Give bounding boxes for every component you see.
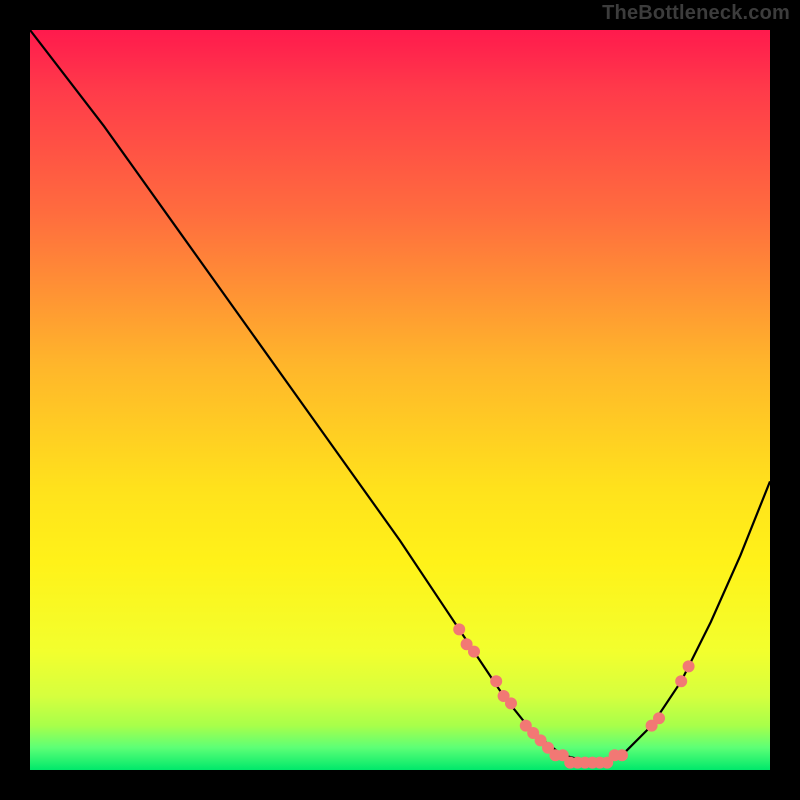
- data-point-marker: [490, 675, 502, 687]
- data-point-marker: [653, 712, 665, 724]
- attribution-label: TheBottleneck.com: [602, 2, 790, 25]
- data-point-marker: [453, 623, 465, 635]
- data-point-marker: [683, 660, 695, 672]
- bottleneck-curve-line: [30, 30, 770, 763]
- data-point-marker: [468, 646, 480, 658]
- data-point-markers: [453, 623, 694, 768]
- data-point-marker: [505, 697, 517, 709]
- chart-plot-area: [30, 30, 770, 770]
- bottleneck-curve-chart: [30, 30, 770, 770]
- data-point-marker: [675, 675, 687, 687]
- data-point-marker: [616, 749, 628, 761]
